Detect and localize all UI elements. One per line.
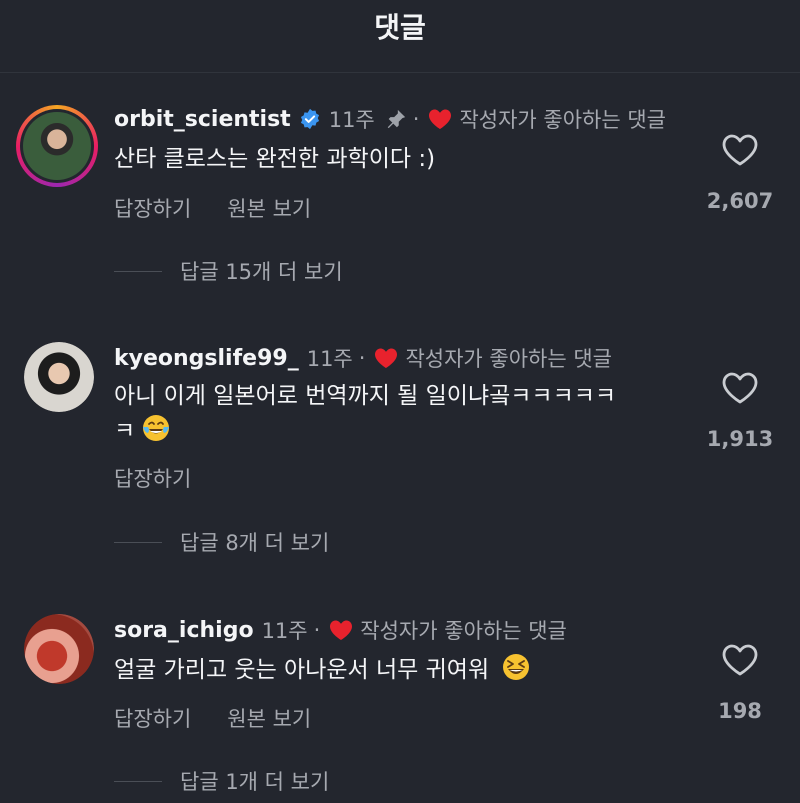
username[interactable]: orbit_scientist	[114, 107, 291, 132]
avatar[interactable]	[24, 342, 94, 412]
view-original-button[interactable]: 원본 보기	[227, 703, 311, 733]
comment-text-tail: ㅋ	[114, 418, 136, 444]
like-column: 1,913	[700, 371, 780, 451]
comment-text: 아니 이게 일본어로 번역까지 될 일이냐곸ㅋㅋㅋㅋㅋ ㅋ	[114, 379, 694, 448]
comment-actions: 답장하기 원본 보기	[114, 703, 311, 733]
view-replies-label: 답글 1개 더 보기	[180, 770, 330, 794]
comment-text: 얼굴 가리고 웃는 아나운서 너무 귀여워	[114, 652, 694, 687]
like-column: 198	[700, 643, 780, 723]
comment-text-line: ㅋ	[114, 413, 694, 448]
like-count: 198	[718, 699, 762, 723]
view-original-button[interactable]: 원본 보기	[227, 193, 311, 223]
avatar[interactable]	[16, 105, 98, 187]
face-with-tears-of-joy-icon	[143, 415, 170, 441]
verified-badge-icon	[300, 108, 319, 130]
username[interactable]: kyeongslife99_	[114, 346, 299, 371]
author-liked-label: 작성자가 좋아하는 댓글	[459, 108, 666, 132]
username[interactable]: sora_ichigo	[114, 618, 254, 643]
author-liked-label: 작성자가 좋아하는 댓글	[360, 619, 567, 643]
comment-actions: 답장하기	[114, 463, 191, 493]
comment-meta: sora_ichigo 11주 · 작성자가 좋아하는 댓글	[114, 615, 567, 645]
pin-icon	[387, 109, 405, 129]
comment-time: 11주	[261, 619, 308, 643]
separator-dot: ·	[313, 618, 321, 642]
replies-divider	[114, 541, 162, 543]
avatar[interactable]	[24, 614, 94, 684]
author-liked-heart-icon	[330, 620, 353, 640]
view-replies-button[interactable]: 답글 15개 더 보기	[114, 256, 343, 286]
comment-actions: 답장하기 원본 보기	[114, 193, 311, 223]
comment-time: 11주	[328, 108, 375, 132]
grinning-squinting-face-icon	[503, 654, 530, 680]
author-liked-heart-icon	[375, 348, 398, 368]
comment-meta: orbit_scientist 11주 · 작성자가 좋아하는 댓글	[114, 104, 666, 134]
author-liked-label: 작성자가 좋아하는 댓글	[405, 347, 612, 371]
comment-text: 산타 클로스는 완전한 과학이다 :)	[114, 146, 436, 172]
like-column: 2,607	[700, 133, 780, 213]
comment-text-line: 아니 이게 일본어로 번역까지 될 일이냐곸ㅋㅋㅋㅋㅋ	[114, 383, 617, 409]
reply-button[interactable]: 답장하기	[114, 193, 191, 223]
like-count: 2,607	[706, 189, 774, 213]
page-title: 댓글	[374, 11, 426, 44]
comment-text-body: 얼굴 가리고 웃는 아나운서 너무 귀여워	[114, 657, 490, 683]
separator-dot: ·	[358, 346, 366, 370]
view-replies-label: 답글 15개 더 보기	[180, 260, 343, 284]
like-heart-icon[interactable]	[721, 643, 759, 677]
comment-time: 11주	[306, 347, 353, 371]
like-heart-icon[interactable]	[721, 133, 759, 167]
reply-button[interactable]: 답장하기	[114, 463, 191, 493]
view-replies-label: 답글 8개 더 보기	[180, 531, 330, 555]
replies-divider	[114, 270, 162, 272]
separator-dot: ·	[412, 107, 420, 131]
reply-button[interactable]: 답장하기	[114, 703, 191, 733]
like-heart-icon[interactable]	[721, 371, 759, 405]
view-replies-button[interactable]: 답글 8개 더 보기	[114, 527, 329, 557]
view-replies-button[interactable]: 답글 1개 더 보기	[114, 766, 329, 796]
like-count: 1,913	[706, 427, 774, 451]
comment-meta: kyeongslife99_ 11주 · 작성자가 좋아하는 댓글	[114, 343, 612, 373]
replies-divider	[114, 780, 162, 782]
author-liked-heart-icon	[429, 109, 452, 129]
header-divider	[0, 72, 800, 73]
